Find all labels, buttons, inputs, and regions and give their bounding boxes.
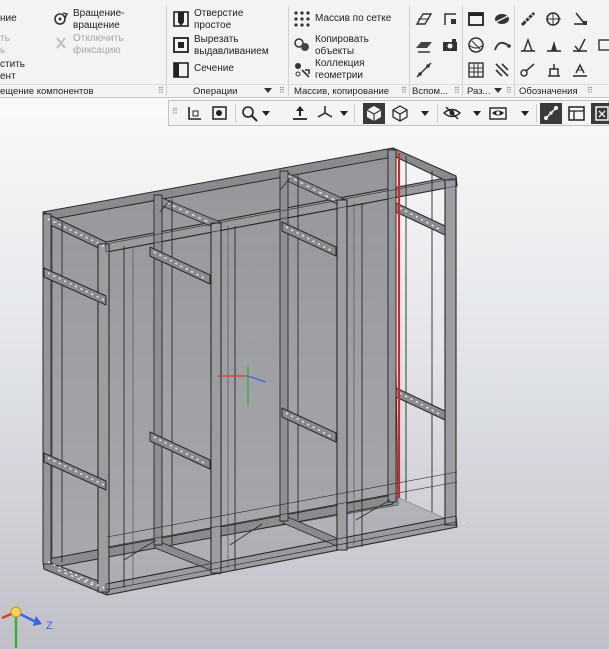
disable-fix-button: Отключить фиксацию (73, 33, 124, 56)
group-separator (462, 6, 463, 96)
camera-point-icon[interactable] (441, 36, 459, 54)
axis-point-icon[interactable] (441, 10, 459, 28)
show-hide-dropdown-icon[interactable] (521, 111, 529, 116)
trim-icon[interactable] (493, 61, 511, 79)
snap-points-icon[interactable] (540, 103, 562, 124)
hole-simple-button[interactable]: Отверстие простое (194, 8, 243, 32)
sketch-frame-icon[interactable] (467, 10, 485, 28)
pin-label-partial-2[interactable]: ент (0, 71, 16, 83)
group-handle-icon[interactable]: ⠿ (454, 87, 460, 95)
plane-icon[interactable] (415, 10, 433, 28)
copy-objects-icon[interactable] (293, 36, 311, 54)
group-separator (288, 6, 289, 96)
line-through-points-icon[interactable] (415, 61, 433, 79)
offset-plane-icon[interactable] (415, 36, 433, 54)
sketch-mode-icon[interactable] (184, 103, 206, 124)
shaded-display-icon[interactable] (363, 103, 385, 124)
group-title-move-components[interactable]: ещение компонентов (0, 85, 94, 98)
thread-icon[interactable] (519, 10, 537, 28)
display-dropdown-icon[interactable] (421, 111, 429, 116)
geometry-collection-icon[interactable] (293, 61, 311, 79)
group-separator (514, 6, 515, 96)
base-mark-icon[interactable] (545, 36, 563, 54)
tree-panel-icon[interactable] (566, 103, 588, 124)
cut-extrude-button[interactable]: Вырезать выдавливанием (194, 34, 269, 58)
orient-dropdown-icon[interactable] (340, 111, 348, 116)
rotate-rotate-icon[interactable] (52, 10, 70, 28)
show-hide-icon[interactable] (487, 103, 509, 124)
operations-dropdown-icon[interactable] (264, 88, 272, 93)
section-button[interactable]: Сечение (194, 63, 234, 75)
toolbar-separator (235, 104, 236, 123)
visibility-icon[interactable] (441, 103, 463, 124)
group-handle-icon[interactable]: ⠿ (401, 87, 407, 95)
model-viewport[interactable]: Z (0, 98, 609, 649)
hole-icon[interactable] (172, 10, 190, 28)
group-handle-icon[interactable]: ⠿ (158, 87, 164, 95)
surface-icon[interactable] (493, 10, 511, 28)
group-title-auxiliary[interactable]: Вспом... (412, 85, 448, 98)
grid-array-icon[interactable] (293, 10, 311, 28)
sections-dropdown-icon[interactable] (494, 88, 502, 93)
axis-label-z: Z (46, 620, 53, 632)
copy-objects-button[interactable]: Копировать объекты (315, 34, 369, 58)
toolbar-separator (354, 104, 355, 123)
pin-label-partial-1[interactable]: стить (0, 59, 25, 71)
tolerance-icon[interactable] (545, 61, 563, 79)
faded-label-2: ь (0, 45, 6, 56)
toolbar-separator (536, 104, 537, 123)
geometry-collection-button[interactable]: Коллекция геометрии (315, 58, 365, 82)
rotation-label-partial[interactable]: ние (0, 13, 17, 25)
group-handle-icon[interactable]: ⠿ (587, 87, 593, 95)
group-title-designations[interactable]: Обозначения (519, 85, 578, 98)
surface-finish-icon[interactable] (519, 36, 537, 54)
visibility-dropdown-icon[interactable] (473, 111, 481, 116)
more-icon[interactable] (597, 36, 609, 54)
orient-axes-icon[interactable] (314, 103, 336, 124)
curve-icon[interactable] (493, 36, 511, 54)
disable-fix-icon (52, 34, 70, 52)
parameters-icon[interactable] (209, 103, 231, 124)
marking-icon[interactable] (571, 61, 589, 79)
leader-icon[interactable] (519, 61, 537, 79)
group-handle-icon[interactable]: ⠿ (279, 87, 285, 95)
toolbar-separator (437, 104, 438, 123)
section-icon[interactable] (172, 61, 190, 79)
group-separator (166, 6, 167, 96)
wireframe-display-icon[interactable] (389, 103, 411, 124)
cabinet-frame-model[interactable] (0, 98, 609, 649)
roughness-icon[interactable] (571, 36, 589, 54)
group-title-operations[interactable]: Операции (193, 85, 237, 98)
properties-panel-icon[interactable] (591, 103, 609, 124)
group-handle-icon[interactable]: ⠿ (506, 87, 512, 95)
grid-table-icon[interactable] (467, 61, 485, 79)
rotation-rotation-button[interactable]: Вращение- вращение (73, 8, 124, 32)
view-toolbar: ⠿ (168, 100, 609, 126)
cut-extrude-icon[interactable] (172, 36, 190, 54)
group-title-sections[interactable]: Раз... (467, 85, 490, 98)
group-separator (409, 6, 410, 96)
grid-array-button[interactable]: Массив по сетке (315, 13, 391, 25)
weld-mark-icon[interactable] (571, 10, 589, 28)
group-title-arrays[interactable]: Массив, копирование (294, 85, 389, 98)
faded-label-1: ть (0, 33, 10, 44)
zoom-icon[interactable] (239, 103, 261, 124)
ribbon: ние ть ь стить ент Вращение- вращение От… (0, 0, 609, 98)
hole-mark-icon[interactable] (545, 10, 563, 28)
pan-icon[interactable] (289, 103, 311, 124)
sphere-icon[interactable] (467, 36, 485, 54)
zoom-dropdown-icon[interactable] (262, 111, 270, 116)
toolbar-handle-icon[interactable]: ⠿ (172, 107, 178, 116)
